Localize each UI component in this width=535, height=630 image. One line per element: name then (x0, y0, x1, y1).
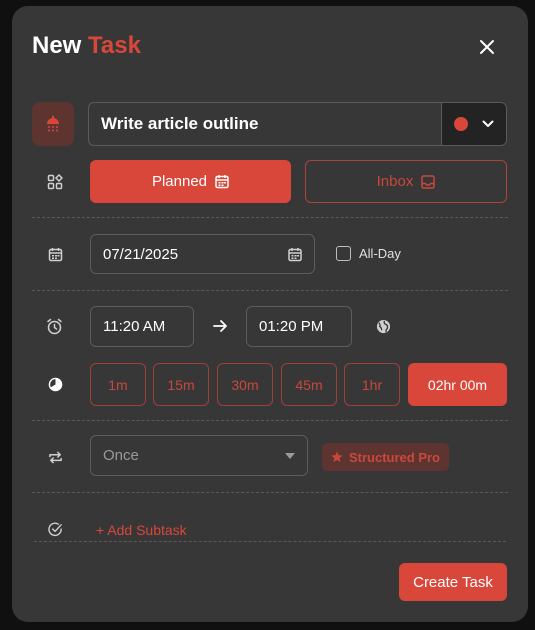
structured-pro-badge[interactable]: Structured Pro (322, 443, 449, 471)
task-name-input[interactable]: Write article outline (88, 102, 442, 146)
repeat-icon (46, 448, 64, 466)
planned-label: Planned (151, 173, 208, 190)
all-day-checkbox[interactable] (336, 246, 351, 261)
all-day-option[interactable]: All-Day (336, 246, 401, 261)
star-icon (331, 451, 343, 462)
duration-option[interactable]: 30m (217, 363, 273, 406)
date-value: 07/21/2025 (103, 245, 179, 263)
dropdown-caret-icon (285, 452, 295, 459)
divider (32, 217, 508, 218)
task-icon-picker[interactable] (32, 102, 74, 146)
add-subtask-link[interactable]: + Add Subtask (96, 522, 187, 538)
divider (32, 420, 508, 421)
color-picker-button[interactable] (441, 102, 507, 146)
new-task-dialog: New Task Write article outline Planned I… (12, 6, 528, 622)
inbox-label: Inbox (376, 173, 414, 190)
repeat-value: Once (103, 447, 139, 464)
duration-option[interactable]: 45m (281, 363, 337, 406)
planned-toggle[interactable]: Planned (90, 160, 291, 203)
date-icon (46, 245, 64, 263)
dialog-title-accent: Task (88, 32, 141, 59)
divider (32, 290, 508, 291)
duration-option-label: 1m (108, 376, 128, 393)
start-time-input[interactable]: 11:20 AM (90, 306, 194, 347)
inbox-icon (421, 174, 436, 189)
alarm-clock-icon (45, 317, 63, 335)
color-swatch (454, 117, 468, 131)
duration-option[interactable]: 1m (90, 363, 146, 406)
date-input[interactable]: 07/21/2025 (90, 234, 315, 274)
all-day-label: All-Day (359, 246, 401, 261)
end-time-input[interactable]: 01:20 PM (246, 306, 352, 347)
shower-icon (47, 116, 59, 132)
dialog-title: New Task (32, 32, 141, 60)
duration-option-label: 45m (295, 376, 323, 393)
close-button[interactable] (474, 34, 500, 60)
start-time-value: 11:20 AM (103, 318, 166, 335)
category-icon (46, 173, 64, 191)
duration-option-label: 02hr 00m (427, 376, 488, 393)
calendar-icon (215, 175, 229, 189)
chevron-down-icon (482, 120, 494, 127)
structured-pro-label: Structured Pro (348, 449, 440, 465)
duration-option[interactable]: 1hr (344, 363, 400, 406)
inbox-toggle[interactable]: Inbox (305, 160, 507, 203)
arrow-right-icon (213, 319, 228, 338)
end-time-value: 01:20 PM (259, 318, 324, 335)
duration-option-label: 1hr (361, 376, 383, 393)
divider (32, 492, 508, 493)
duration-icon (46, 375, 64, 393)
close-icon (480, 40, 494, 54)
timezone-globe-icon[interactable] (376, 319, 391, 339)
calendar-picker-icon (288, 247, 302, 261)
duration-option-label: 15m (167, 376, 195, 393)
duration-option[interactable]: 15m (153, 363, 209, 406)
repeat-select[interactable]: Once (90, 435, 308, 476)
create-task-label: Create Task (413, 573, 493, 591)
duration-option-label: 30m (231, 376, 259, 393)
create-task-button[interactable]: Create Task (399, 563, 507, 601)
divider (34, 541, 506, 542)
duration-option-selected[interactable]: 02hr 00m (408, 363, 507, 406)
dialog-title-main: New (32, 32, 82, 59)
task-name-value: Write article outline (101, 114, 259, 133)
check-circle-icon (46, 520, 64, 538)
